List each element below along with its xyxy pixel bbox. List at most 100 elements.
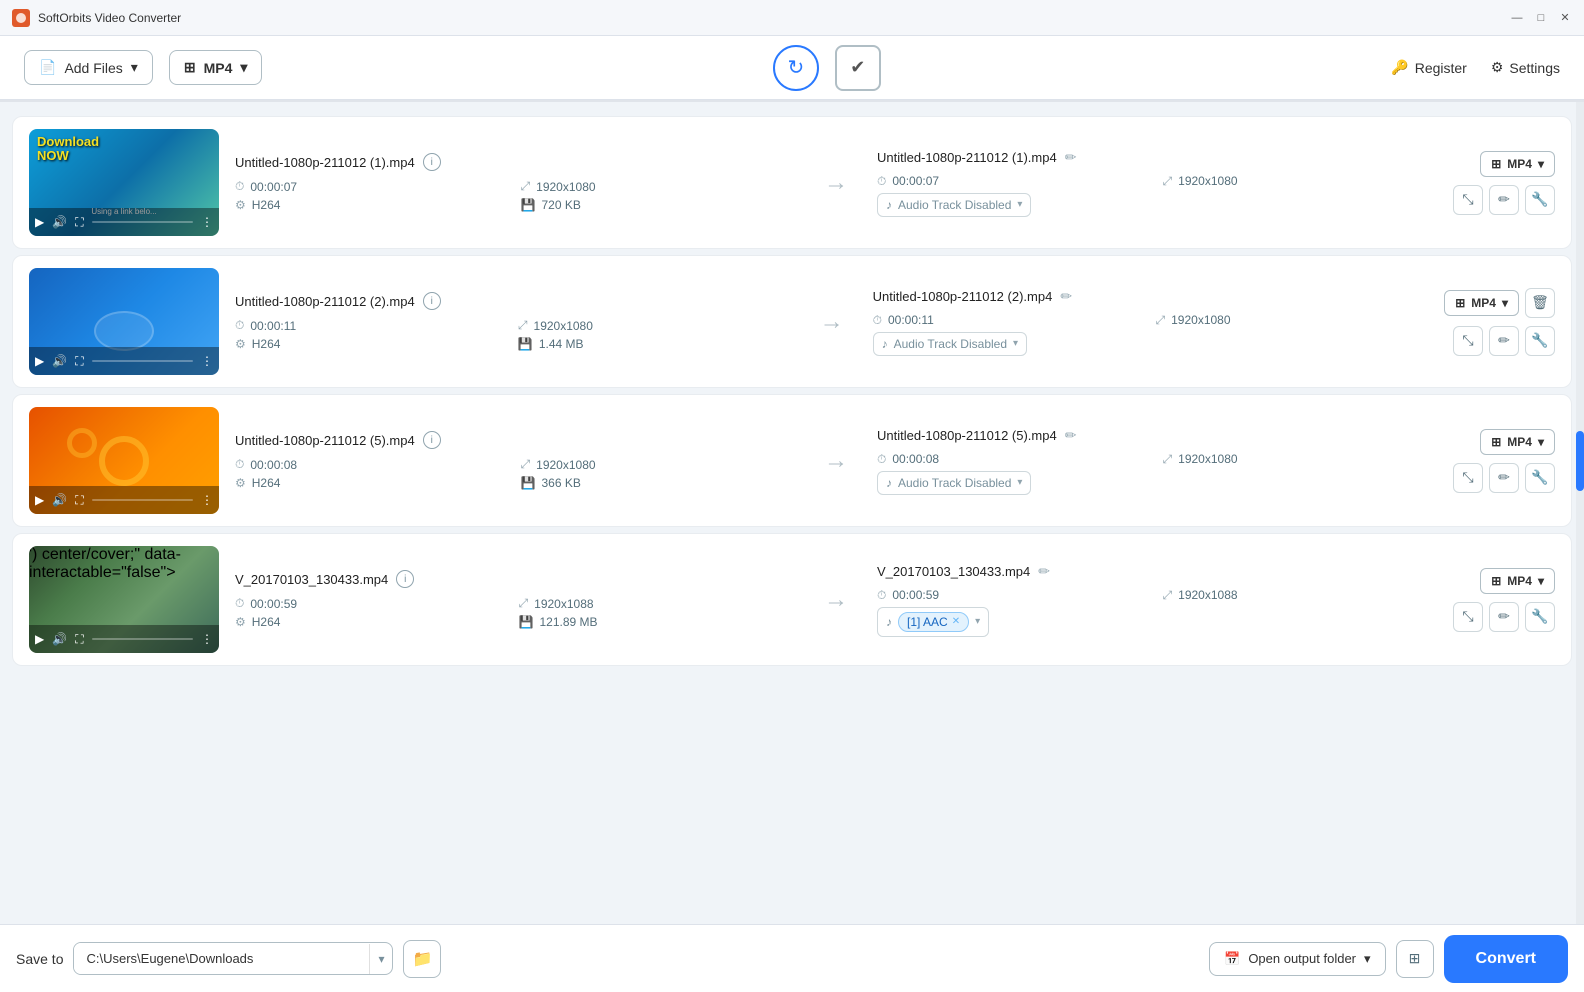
scrollbar[interactable]: [1576, 102, 1584, 924]
out-clock-icon-2: ⏱: [873, 313, 882, 328]
fullscreen-button-3[interactable]: ⛶: [75, 493, 83, 508]
delete-button-2[interactable]: 🗑: [1525, 288, 1555, 318]
output-format-button-4[interactable]: ⊞ MP4 ▾: [1480, 568, 1555, 594]
clock-icon-2: ⏱: [235, 318, 244, 333]
audio-note-icon-2: ♪: [882, 337, 888, 351]
play-button-3[interactable]: ▶: [35, 493, 44, 507]
out-clock-icon-1: ⏱: [877, 174, 886, 189]
audio-tag-close-4[interactable]: ✕: [952, 616, 960, 627]
crop-button-3[interactable]: ⤡: [1453, 463, 1483, 493]
register-label: Register: [1415, 60, 1467, 76]
thumbnail-2[interactable]: ▶ 🔊 ⛶ ⋮: [29, 268, 219, 375]
audio-dropdown-2[interactable]: ♪ Audio Track Disabled ▾: [873, 332, 1027, 356]
play-button-4[interactable]: ▶: [35, 632, 44, 646]
output-filename-2: Untitled-1080p-211012 (2).mp4: [873, 289, 1053, 304]
fullscreen-button-4[interactable]: ⛶: [75, 632, 83, 647]
output-info-3: Untitled-1080p-211012 (5).mp4 ✏ ⏱00:00:0…: [877, 427, 1437, 495]
more-button-2[interactable]: ⋮: [201, 354, 213, 368]
edit-button-2[interactable]: ✏: [1489, 326, 1519, 356]
convert-button[interactable]: Convert: [1444, 935, 1568, 983]
more-button-4[interactable]: ⋮: [201, 632, 213, 646]
browse-folder-button[interactable]: 📁: [403, 940, 441, 978]
out-resize-icon-2: ⤢: [1156, 313, 1166, 328]
volume-button-1[interactable]: 🔊: [52, 215, 67, 229]
crop-button-1[interactable]: ⤡: [1453, 185, 1483, 215]
more-button-1[interactable]: ⋮: [201, 215, 213, 229]
audio-dropdown-3[interactable]: ♪ Audio Track Disabled ▾: [877, 471, 1031, 495]
duration-2: 00:00:11: [250, 319, 296, 333]
save-path-chevron-icon[interactable]: ▾: [369, 944, 392, 974]
edit-button-4[interactable]: ✏: [1489, 602, 1519, 632]
close-button[interactable]: ✕: [1558, 11, 1572, 25]
out-clock-icon-3: ⏱: [877, 452, 886, 467]
info-button-3[interactable]: i: [423, 431, 441, 449]
gear-icon: ⚙: [1491, 59, 1504, 76]
grid-view-button[interactable]: ⊞: [1396, 940, 1434, 978]
codec-1: H264: [252, 198, 281, 212]
maximize-button[interactable]: □: [1534, 11, 1548, 25]
toolbar-right: 🔑 Register ⚙ Settings: [1391, 59, 1560, 76]
save-path-input[interactable]: [74, 943, 369, 974]
edit-name-button-2[interactable]: ✏: [1060, 288, 1072, 305]
more-button-3[interactable]: ⋮: [201, 493, 213, 507]
register-button[interactable]: 🔑 Register: [1391, 59, 1467, 76]
settings-button[interactable]: ⚙ Settings: [1491, 59, 1560, 76]
out-resolution-2: 1920x1080: [1171, 313, 1230, 327]
output-format-button-2[interactable]: ⊞ MP4 ▾: [1444, 290, 1519, 316]
fullscreen-button-1[interactable]: ⛶: [75, 215, 83, 230]
volume-button-3[interactable]: 🔊: [52, 493, 67, 507]
format-chevron-icon-4: ▾: [1538, 574, 1544, 588]
thumbnail-4[interactable]: ') center/cover;" data-interactable="fal…: [29, 546, 219, 653]
file-info-1: Untitled-1080p-211012 (1).mp4 i ⏱00:00:0…: [235, 153, 795, 212]
output-format-button-1[interactable]: ⊞ MP4 ▾: [1480, 151, 1555, 177]
edit-name-button-3[interactable]: ✏: [1065, 427, 1077, 444]
thumbnail-3[interactable]: ▶ 🔊 ⛶ ⋮: [29, 407, 219, 514]
add-files-label: Add Files: [64, 60, 122, 76]
crop-button-4[interactable]: ⤡: [1453, 602, 1483, 632]
volume-button-2[interactable]: 🔊: [52, 354, 67, 368]
thumb-overlay-4: ▶ 🔊 ⛶ ⋮: [29, 625, 219, 653]
edit-button-3[interactable]: ✏: [1489, 463, 1519, 493]
edit-name-button-1[interactable]: ✏: [1065, 149, 1077, 166]
check-button[interactable]: ✔: [835, 45, 881, 91]
play-button-1[interactable]: ▶: [35, 215, 44, 229]
progress-bar-2: [92, 360, 193, 362]
out-resize-icon-1: ⤢: [1163, 174, 1173, 189]
format-grid-icon-1: ⊞: [1491, 157, 1501, 171]
scroll-thumb[interactable]: [1576, 431, 1584, 491]
play-button-2[interactable]: ▶: [35, 354, 44, 368]
arrow-3: →: [811, 447, 861, 475]
output-format-button-3[interactable]: ⊞ MP4 ▾: [1480, 429, 1555, 455]
volume-button-4[interactable]: 🔊: [52, 632, 67, 646]
thumbnail-1[interactable]: DownloadNOW Using a link belo... ▶ 🔊 ⛶ ⋮: [29, 129, 219, 236]
resolution-1: 1920x1080: [536, 180, 595, 194]
info-button-4[interactable]: i: [396, 570, 414, 588]
size-icon-4: 💾: [519, 615, 534, 629]
add-files-button[interactable]: 📄 Add Files ▾: [24, 50, 153, 85]
refresh-button[interactable]: ↻: [773, 45, 819, 91]
thumb-text-1: DownloadNOW: [37, 135, 99, 164]
effects-button-1[interactable]: 🔧: [1525, 185, 1555, 215]
effects-button-3[interactable]: 🔧: [1525, 463, 1555, 493]
audio-dropdown-1[interactable]: ♪ Audio Track Disabled ▾: [877, 193, 1031, 217]
open-output-folder-button[interactable]: 📅 Open output folder ▾: [1209, 942, 1385, 976]
out-resolution-1: 1920x1080: [1178, 174, 1237, 188]
effects-button-2[interactable]: 🔧: [1525, 326, 1555, 356]
out-resolution-3: 1920x1080: [1178, 452, 1237, 466]
format-button[interactable]: ⊞ MP4 ▾: [169, 50, 263, 85]
format-chevron-icon: ▾: [240, 59, 247, 76]
info-button-1[interactable]: i: [423, 153, 441, 171]
info-button-2[interactable]: i: [423, 292, 441, 310]
resolution-2: 1920x1080: [534, 319, 593, 333]
crop-button-2[interactable]: ⤡: [1453, 326, 1483, 356]
audio-label-2: Audio Track Disabled: [894, 337, 1007, 351]
window-controls: — □ ✕: [1510, 11, 1572, 25]
fullscreen-button-2[interactable]: ⛶: [75, 354, 83, 369]
effects-button-4[interactable]: 🔧: [1525, 602, 1555, 632]
clock-icon-4: ⏱: [235, 596, 244, 611]
action-buttons-1: ⤡ ✏ 🔧: [1453, 185, 1555, 215]
minimize-button[interactable]: —: [1510, 11, 1524, 25]
edit-button-1[interactable]: ✏: [1489, 185, 1519, 215]
audio-dropdown-4[interactable]: ♪ [1] AAC ✕ ▾: [877, 607, 989, 637]
edit-name-button-4[interactable]: ✏: [1038, 563, 1050, 580]
